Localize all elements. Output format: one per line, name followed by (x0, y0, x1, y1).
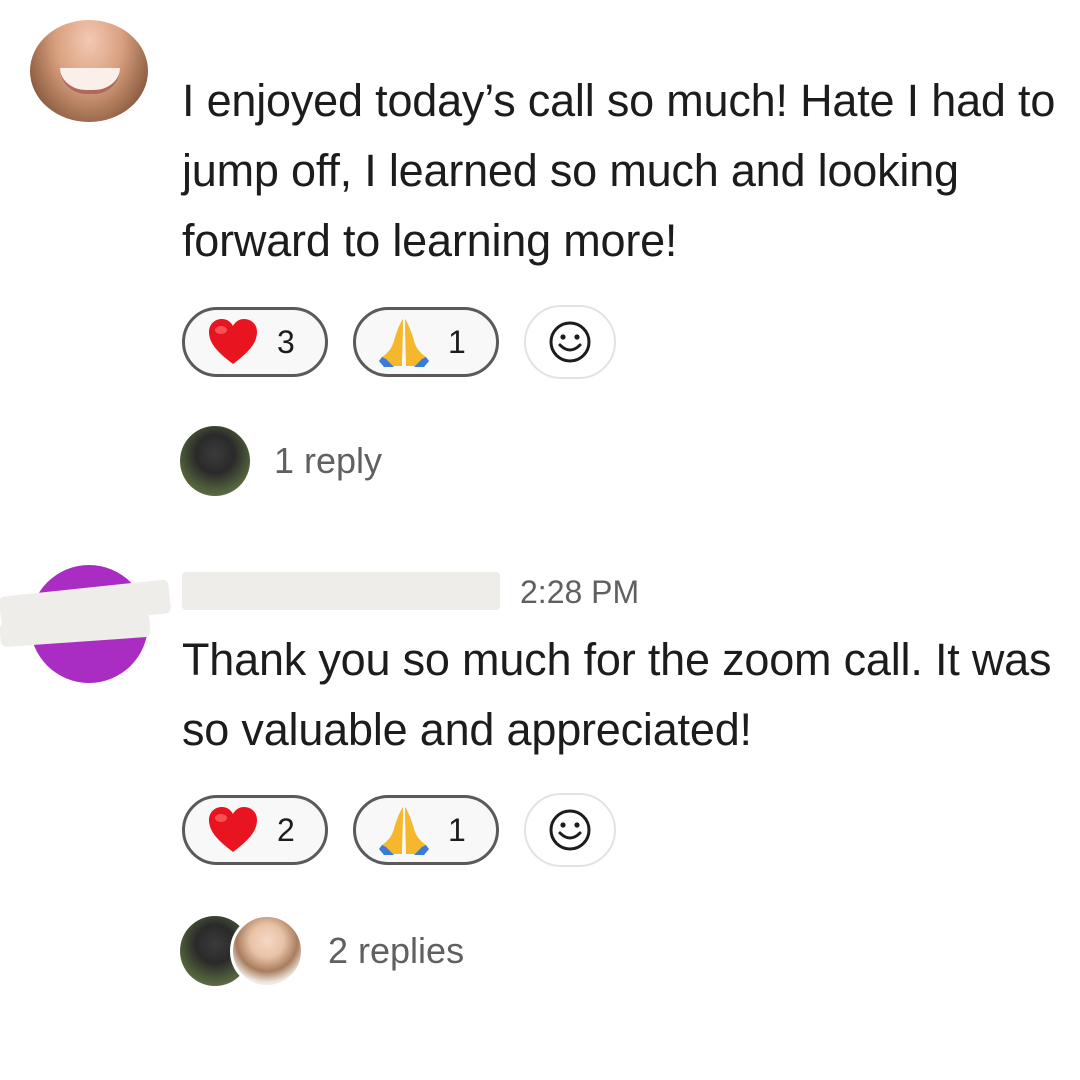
folded-hands-icon (378, 805, 430, 855)
message-text: Thank you so much for the zoom call. It … (182, 634, 1052, 755)
reaction-count: 2 (277, 811, 295, 848)
thread-view: I enjoyed today’s call so much! Hate I h… (0, 0, 1080, 1080)
red-heart-icon (207, 806, 259, 854)
avatar-smile (60, 68, 120, 94)
reaction-count: 1 (448, 811, 466, 848)
smiley-face-icon (549, 321, 591, 363)
reaction-heart-button[interactable]: 3 (182, 307, 328, 377)
reaction-heart-button[interactable]: 2 (182, 795, 328, 865)
reaction-bar: 3 1 (182, 305, 616, 379)
reaction-pray-button[interactable]: 1 (353, 307, 499, 377)
replies-count: 1 reply (274, 440, 383, 481)
thread-replies-link[interactable]: 2 replies (180, 914, 464, 988)
reaction-bar: 2 1 (182, 793, 616, 867)
folded-hands-icon (378, 317, 430, 367)
thread-replies-link[interactable]: 1 reply (180, 426, 382, 496)
replies-count: 2 replies (328, 930, 465, 971)
avatar (230, 914, 304, 988)
reaction-count: 3 (277, 323, 295, 360)
add-reaction-button[interactable] (524, 793, 616, 867)
reaction-count: 1 (448, 323, 466, 360)
message-timestamp[interactable]: 2:28 PM (520, 574, 639, 611)
add-reaction-button[interactable] (524, 305, 616, 379)
smiley-face-icon (549, 809, 591, 851)
message-text: I enjoyed today’s call so much! Hate I h… (182, 75, 1056, 266)
avatar (180, 426, 250, 496)
reaction-pray-button[interactable]: 1 (353, 795, 499, 865)
sender-name-redacted (182, 572, 500, 610)
red-heart-icon (207, 318, 259, 366)
avatar[interactable] (30, 20, 148, 122)
